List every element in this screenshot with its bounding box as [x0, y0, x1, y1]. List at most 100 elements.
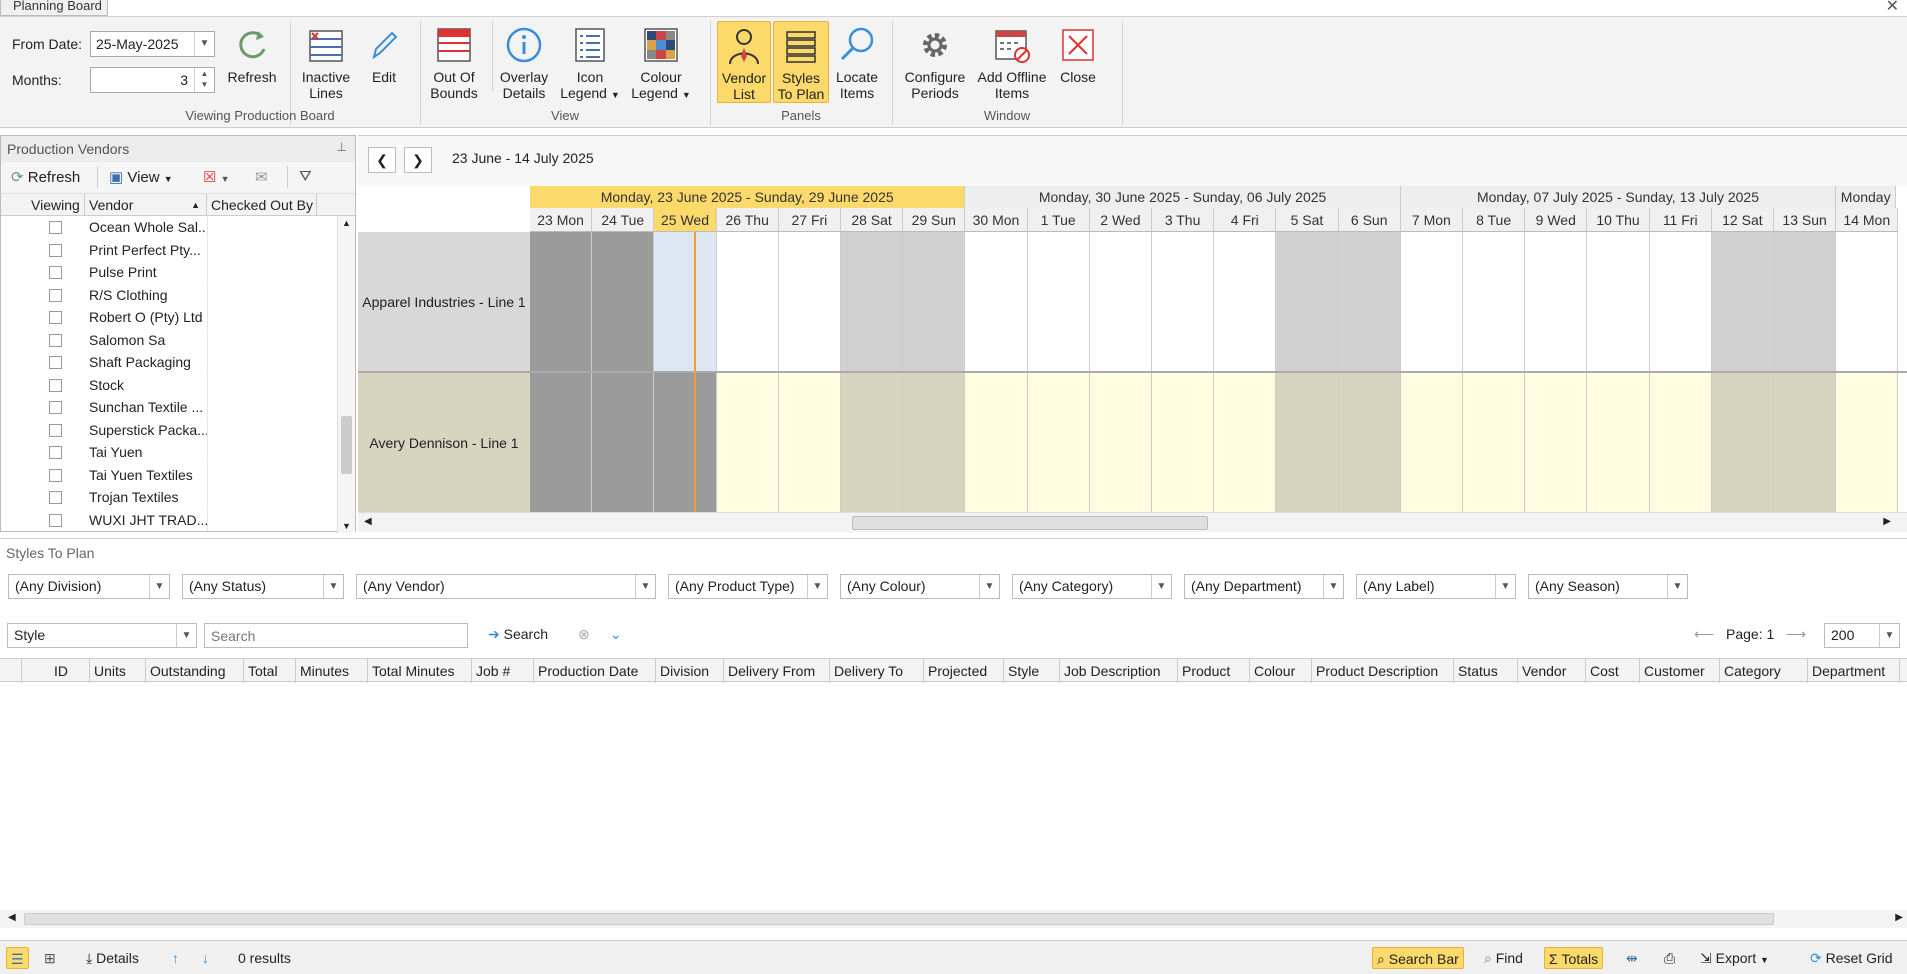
vendor-row[interactable]: Print Perfect Pty...	[1, 238, 337, 262]
grid-column-header[interactable]: Total	[244, 659, 296, 683]
search-bar-toggle[interactable]: ⌕ Search Bar	[1372, 947, 1464, 969]
grid-column-header[interactable]: Colour	[1250, 659, 1312, 683]
board-cell[interactable]	[1836, 373, 1899, 513]
board-cell[interactable]	[1711, 373, 1774, 513]
prev-page-icon[interactable]: ⟵	[1690, 623, 1718, 645]
board-cell[interactable]	[654, 373, 717, 513]
spin-icon[interactable]: ▲ ▼	[194, 68, 214, 92]
totals-toggle[interactable]: Σ Totals	[1544, 947, 1604, 969]
board-cell[interactable]	[1276, 232, 1339, 372]
board-cell[interactable]	[1774, 232, 1837, 372]
vendor-list-button[interactable]: Vendor List	[717, 21, 771, 103]
filter-select[interactable]: (Any Department) ▼	[1184, 574, 1344, 599]
board-cell[interactable]	[592, 373, 655, 513]
colour-legend-button[interactable]: Colour Legend ▼	[628, 25, 694, 103]
viewing-checkbox[interactable]	[49, 378, 62, 392]
filter-select[interactable]: (Any Category) ▼	[1012, 574, 1172, 599]
col-vendor[interactable]: Vendor ▲	[85, 194, 207, 216]
locate-items-button[interactable]: Locate Items	[832, 25, 882, 101]
grid-column-header[interactable]: Total Minutes	[368, 659, 472, 683]
board-cell[interactable]	[1400, 373, 1463, 513]
clear-search-icon[interactable]: ⊗	[574, 623, 594, 645]
day-header[interactable]: 1 Tue	[1027, 208, 1090, 232]
col-checked-out-by[interactable]: Checked Out By	[207, 194, 317, 216]
grid-column-header[interactable]: Customer	[1640, 659, 1720, 683]
grid-column-header[interactable]: Job #	[472, 659, 534, 683]
board-cell[interactable]	[1463, 373, 1526, 513]
board-cell[interactable]	[1649, 232, 1712, 372]
board-cell[interactable]	[1649, 373, 1712, 513]
grid-column-header[interactable]: Minutes	[296, 659, 368, 683]
vendors-scrollbar[interactable]: ▲ ▼	[337, 216, 355, 533]
viewing-checkbox[interactable]	[49, 356, 62, 369]
board-cell[interactable]	[1089, 232, 1152, 372]
viewing-checkbox[interactable]	[49, 266, 62, 279]
board-cell[interactable]	[1587, 232, 1650, 372]
viewing-checkbox[interactable]	[49, 243, 62, 257]
filter-select[interactable]: (Any Season) ▼	[1528, 574, 1688, 599]
list-view-icon[interactable]: ☰	[6, 947, 29, 969]
search-field-select[interactable]: Style ▼	[7, 623, 197, 648]
filter-select[interactable]: (Any Label) ▼	[1356, 574, 1516, 599]
vendor-row[interactable]: Pulse Print	[1, 261, 337, 284]
configure-periods-button[interactable]: Configure Periods	[900, 25, 970, 101]
col-viewing[interactable]: Viewing	[27, 194, 85, 216]
close-window-icon[interactable]: ✕	[1886, 0, 1899, 16]
grid-column-header[interactable]: Units	[90, 659, 146, 683]
day-header[interactable]: 28 Sat	[841, 208, 904, 232]
board-cell[interactable]	[1027, 232, 1090, 372]
viewing-checkbox[interactable]	[49, 288, 62, 302]
grid-column-header[interactable]: Status	[1454, 659, 1518, 683]
viewing-checkbox[interactable]	[49, 513, 62, 527]
day-header[interactable]: 11 Fri	[1649, 208, 1712, 232]
details-button[interactable]: ⤓ Details	[82, 947, 143, 969]
close-button[interactable]: Close	[1056, 25, 1100, 85]
grid-column-header[interactable]: Product	[1178, 659, 1250, 683]
board-cell[interactable]	[716, 373, 779, 513]
search-button[interactable]: ➔ Search	[484, 623, 552, 645]
filter-select[interactable]: (Any Division) ▼	[8, 574, 170, 599]
filter-icon[interactable]: ⛛	[299, 168, 312, 185]
vendors-refresh-button[interactable]: ⟳ Refresh	[11, 168, 80, 186]
day-header[interactable]: 30 Mon	[965, 208, 1028, 232]
day-header[interactable]: 9 Wed	[1525, 208, 1588, 232]
grid-column-header[interactable]: Department	[1808, 659, 1900, 683]
viewing-checkbox[interactable]	[49, 221, 62, 234]
board-cell[interactable]	[1214, 232, 1277, 372]
day-header[interactable]: 2 Wed	[1089, 208, 1152, 232]
export-button[interactable]: ⇲ Export ▼	[1696, 947, 1773, 969]
board-cell[interactable]	[1525, 232, 1588, 372]
styles-to-plan-button[interactable]: Styles To Plan	[773, 21, 829, 103]
add-offline-items-button[interactable]: Add Offline Items	[974, 25, 1050, 101]
board-cell[interactable]	[1463, 232, 1526, 372]
board-cell[interactable]	[654, 232, 717, 372]
grid-column-header[interactable]: Division	[656, 659, 724, 683]
vendor-row[interactable]: Superstick Packa...	[1, 418, 337, 442]
grid-column-header[interactable]: Job Description	[1060, 659, 1178, 683]
card-view-icon[interactable]: ⊞	[40, 947, 60, 969]
day-header[interactable]: 6 Sun	[1338, 208, 1401, 232]
day-header[interactable]: 29 Sun	[903, 208, 966, 232]
board-cell[interactable]	[1836, 232, 1899, 372]
vendors-view-button[interactable]: ▣ View ▼	[109, 168, 173, 186]
grid-column-header[interactable]: Outstanding	[146, 659, 244, 683]
vendor-row[interactable]: Trojan Textiles	[1, 486, 337, 509]
grid-column-header[interactable]: Style	[1004, 659, 1060, 683]
vendor-row[interactable]: WUXI JHT TRAD...	[1, 508, 337, 532]
day-header[interactable]: 13 Sun	[1774, 208, 1837, 232]
vendor-row[interactable]: R/S Clothing	[1, 283, 337, 307]
viewing-checkbox[interactable]	[49, 333, 62, 347]
vendor-row[interactable]: Salomon Sa	[1, 328, 337, 352]
board-cell[interactable]	[778, 232, 841, 372]
day-header[interactable]: 8 Tue	[1463, 208, 1526, 232]
board-cell[interactable]	[1587, 373, 1650, 513]
styles-grid-hscroll[interactable]: ◀ ▶	[0, 910, 1907, 928]
chevron-down-icon[interactable]: ▼	[194, 32, 214, 56]
board-hscroll[interactable]: ◀ ▶	[358, 512, 1907, 532]
board-cell[interactable]	[841, 373, 904, 513]
filter-select[interactable]: (Any Vendor) ▼	[356, 574, 656, 599]
day-header[interactable]: 23 Mon	[530, 208, 593, 232]
production-line-label[interactable]: Avery Dennison - Line 1	[358, 373, 530, 513]
board-cell[interactable]	[592, 232, 655, 372]
grid-column-header[interactable]: Production Date	[534, 659, 656, 683]
